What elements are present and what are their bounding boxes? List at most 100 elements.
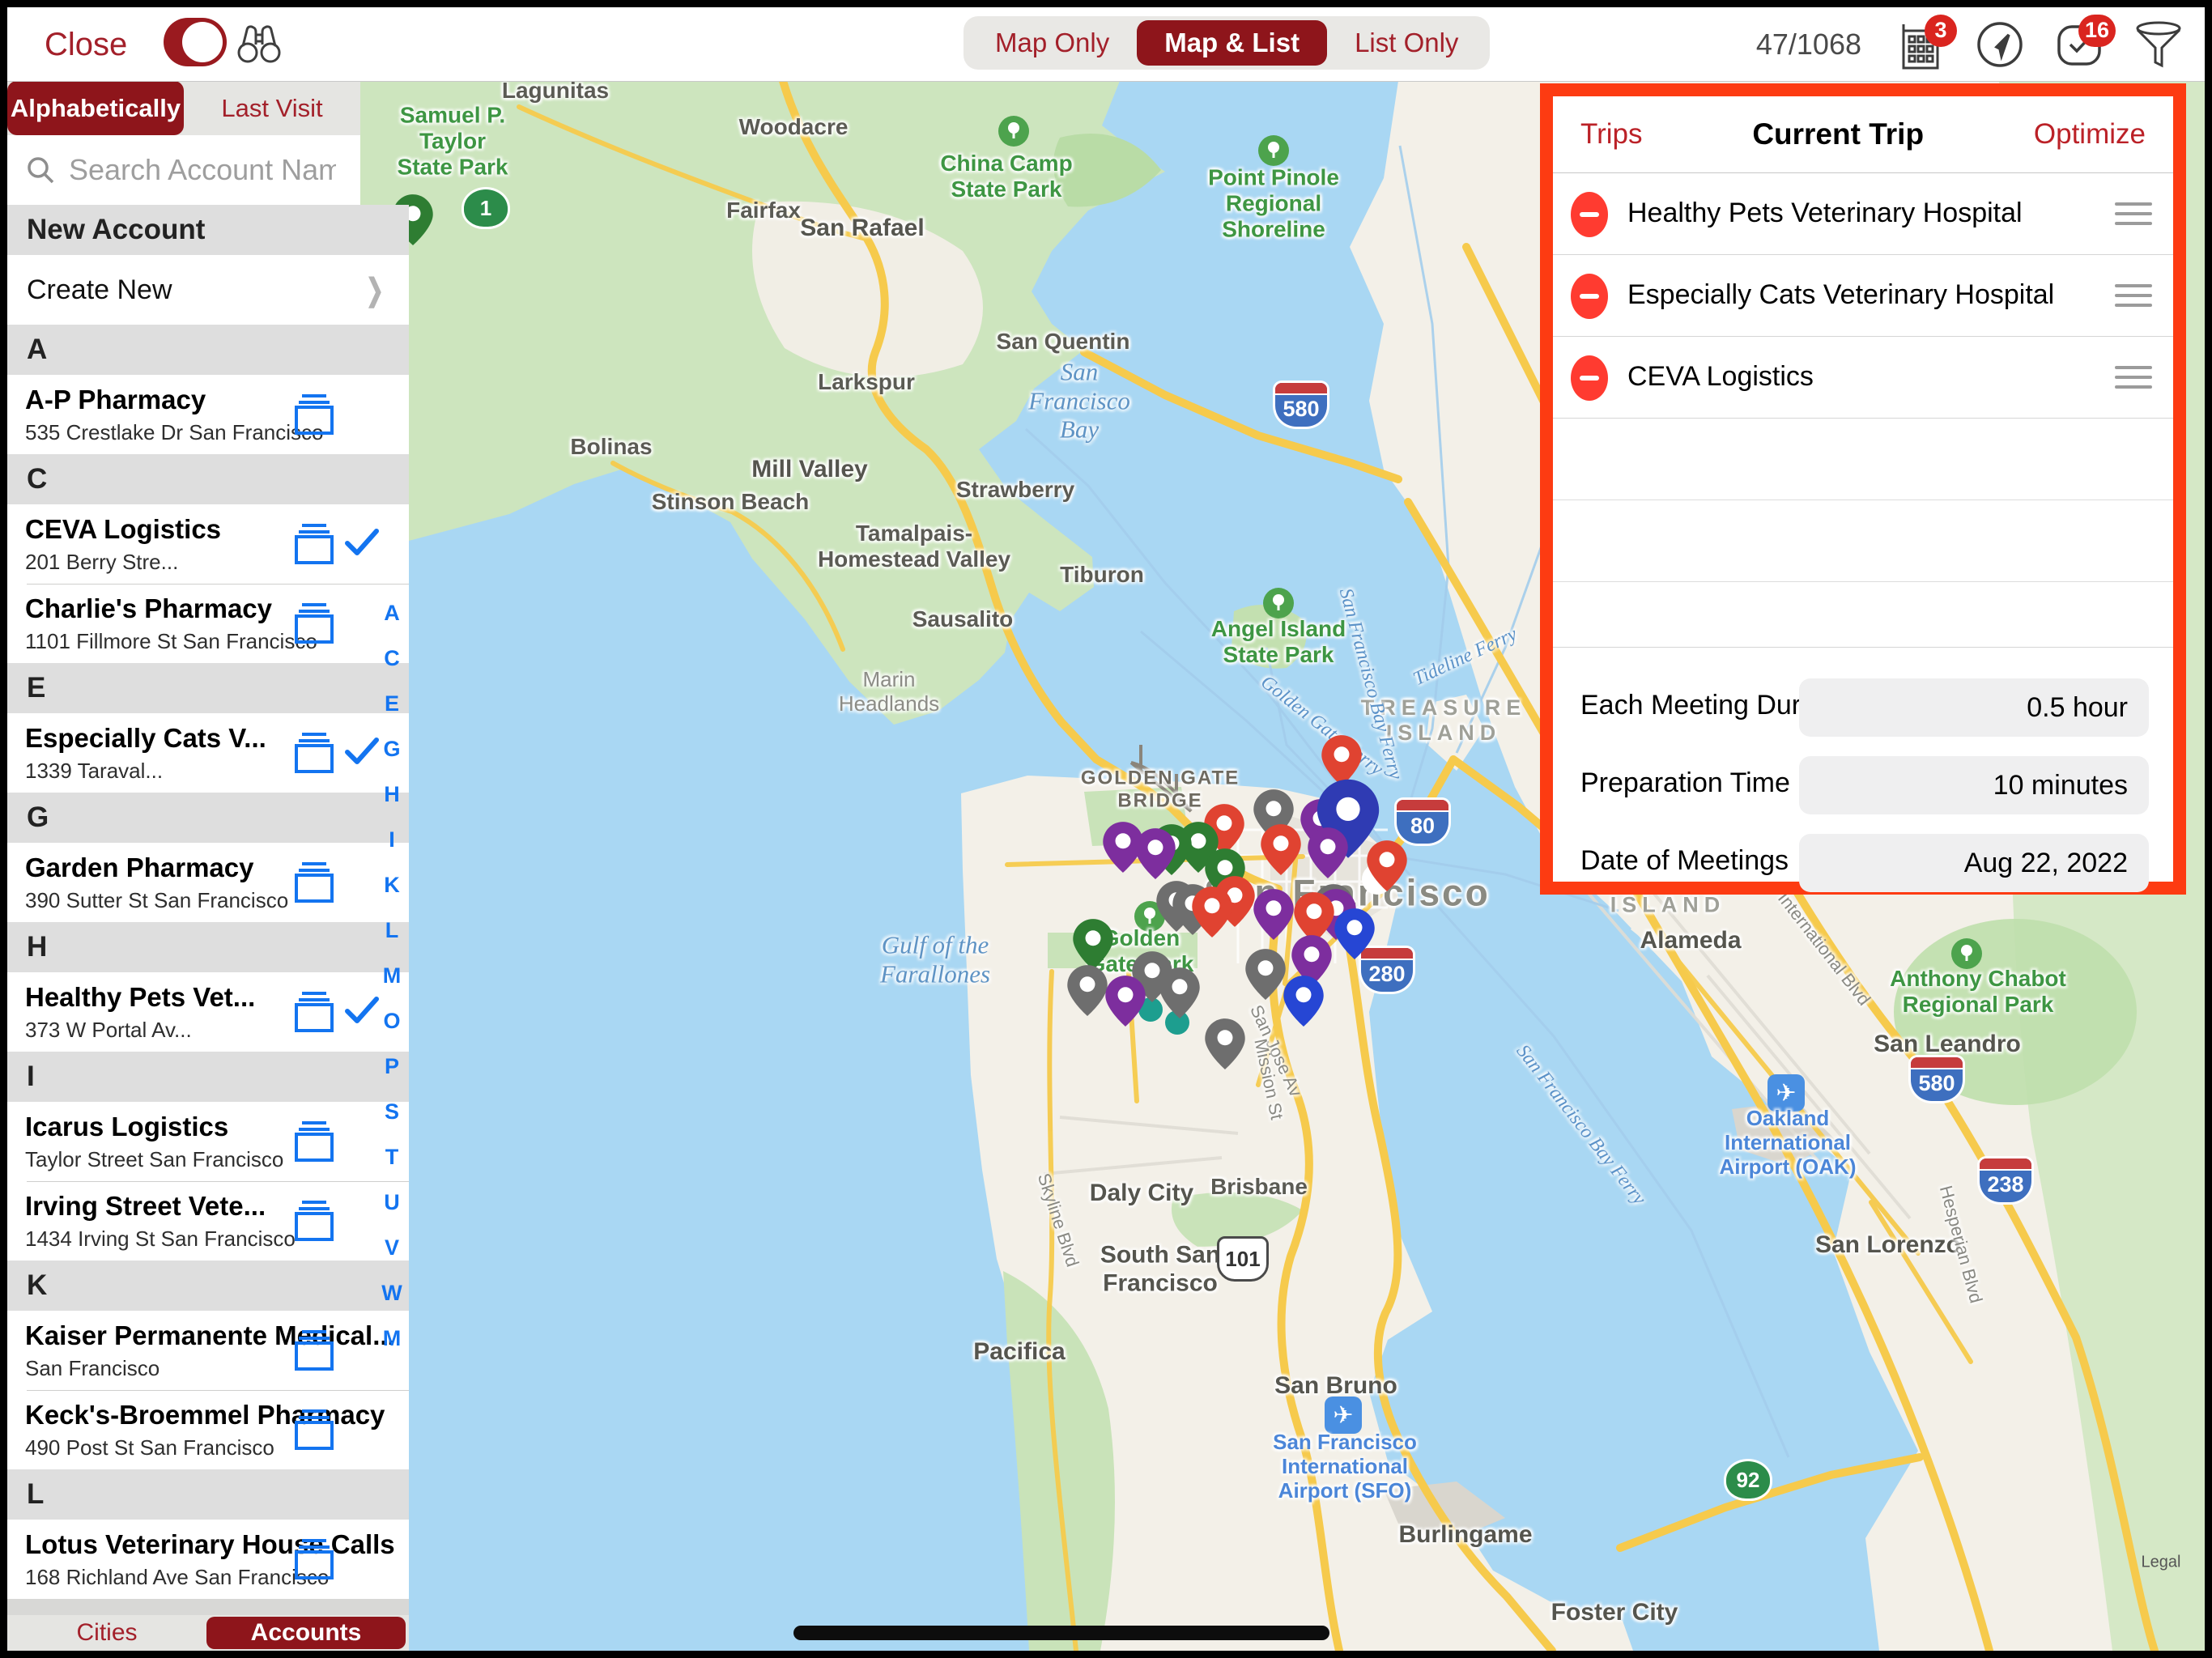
locate-me-button[interactable] xyxy=(1975,18,2025,71)
create-new-row[interactable]: Create New❯ xyxy=(7,255,409,325)
accounts-building-button[interactable]: 3 xyxy=(1895,18,1946,71)
home-indicator[interactable] xyxy=(793,1626,1329,1640)
account-stack-icon[interactable] xyxy=(292,861,336,903)
account-address: Taylor Street San Francisco xyxy=(25,1147,283,1172)
map-label: Oakland International Airport (OAK) xyxy=(1720,1107,1857,1180)
map-pin-red[interactable] xyxy=(1189,884,1235,939)
account-stack-icon[interactable] xyxy=(292,990,336,1032)
index-letter-S[interactable]: S xyxy=(376,1089,408,1134)
index-letter-K[interactable]: K xyxy=(376,862,408,908)
map-pin-red[interactable] xyxy=(1364,838,1410,893)
account-stack-icon[interactable] xyxy=(292,1199,336,1241)
bottom-tab-cities[interactable]: Cities xyxy=(7,1617,206,1649)
tab-last-visit[interactable]: Last Visit xyxy=(184,81,360,135)
account-stack-icon[interactable] xyxy=(292,1408,336,1450)
index-letter-T[interactable]: T xyxy=(376,1134,408,1180)
highway-shield-1: 1 xyxy=(464,189,508,227)
drag-handle-icon[interactable] xyxy=(2115,366,2152,395)
account-row[interactable]: Icarus LogisticsTaylor Street San Franci… xyxy=(7,1102,409,1181)
filter-funnel-button[interactable] xyxy=(2133,18,2184,71)
index-letter-G[interactable]: G xyxy=(376,726,408,772)
list-mode-tabs: CitiesAccounts xyxy=(7,1615,409,1651)
highway-shield-580: 580 xyxy=(1911,1057,1963,1101)
index-letter-P[interactable]: P xyxy=(376,1044,408,1089)
trips-button[interactable]: Trips xyxy=(1580,118,1642,151)
account-row[interactable]: Charlie's Pharmacy1101 Fillmore St San F… xyxy=(7,584,409,663)
account-stack-icon[interactable] xyxy=(292,1120,336,1162)
account-row[interactable]: CEVA Logistics201 Berry Stre... xyxy=(7,504,409,584)
account-row[interactable]: Kaiser Permanente Medical...San Francisc… xyxy=(7,1311,409,1390)
account-row[interactable]: Keck's-Broemmel Pharmacy490 Post St San … xyxy=(7,1390,409,1469)
map-label: Stinson Beach xyxy=(652,489,809,515)
map-label: Anthony Chabot Regional Park xyxy=(1890,966,2066,1018)
drag-handle-icon[interactable] xyxy=(2115,284,2152,313)
alphabet-index[interactable]: ACEGHIKLMOPSTUVWM xyxy=(376,590,408,1361)
map-label: Burlingame xyxy=(1398,1521,1532,1550)
trip-stop-row[interactable]: Healthy Pets Veterinary Hospital xyxy=(1553,173,2173,255)
account-stack-icon[interactable] xyxy=(292,393,336,435)
setting-value[interactable]: Aug 22, 2022 xyxy=(1799,834,2149,892)
index-letter-O[interactable]: O xyxy=(376,998,408,1044)
segment-list-only[interactable]: List Only xyxy=(1327,20,1486,66)
map-label: South San Francisco xyxy=(1100,1242,1220,1298)
map-pin-purple[interactable] xyxy=(1103,973,1148,1028)
map-label: Samuel P. Taylor State Park xyxy=(398,103,508,181)
account-stack-icon[interactable] xyxy=(292,602,336,644)
account-stack-icon[interactable] xyxy=(292,1537,336,1579)
remove-stop-icon[interactable] xyxy=(1571,355,1608,401)
index-letter-H[interactable]: H xyxy=(376,772,408,817)
index-letter-W[interactable]: W xyxy=(376,1270,408,1316)
index-letter-M[interactable]: M xyxy=(376,953,408,998)
map-label: Woodacre xyxy=(739,114,849,140)
map-pin-blue[interactable] xyxy=(1281,973,1326,1028)
map-label: San Rafael xyxy=(800,215,924,243)
index-letter-I[interactable]: I xyxy=(376,817,408,862)
remove-stop-icon[interactable] xyxy=(1571,192,1608,237)
optimize-button[interactable]: Optimize xyxy=(2034,118,2146,151)
remove-stop-icon[interactable] xyxy=(1571,274,1608,319)
airport-plane-icon: ✈ xyxy=(1325,1397,1362,1434)
account-row[interactable]: Irving Street Vete...1434 Irving St San … xyxy=(7,1181,409,1261)
account-stack-icon[interactable] xyxy=(292,1329,336,1371)
setting-value[interactable]: 10 minutes xyxy=(1799,756,2149,814)
map-pin-red[interactable] xyxy=(1258,822,1304,877)
index-letter-U[interactable]: U xyxy=(376,1180,408,1225)
account-stack-icon[interactable] xyxy=(292,731,336,773)
segment-map-only[interactable]: Map Only xyxy=(968,20,1137,66)
index-letter-L[interactable]: L xyxy=(376,908,408,953)
toggle-knob xyxy=(182,22,223,62)
account-stack-icon[interactable] xyxy=(292,522,336,564)
tab-alphabetically[interactable]: Alphabetically xyxy=(7,81,184,135)
account-row[interactable]: Garden Pharmacy390 Sutter St San Francis… xyxy=(7,843,409,922)
map-pin-purple[interactable] xyxy=(1305,825,1351,880)
index-letter-M[interactable]: M xyxy=(376,1316,408,1361)
index-letter-V[interactable]: V xyxy=(376,1225,408,1270)
account-address: San Francisco xyxy=(25,1356,160,1381)
map-pin-purple[interactable] xyxy=(1133,826,1178,881)
binoculars-icon[interactable] xyxy=(236,20,282,67)
segment-map-list[interactable]: Map & List xyxy=(1137,20,1327,66)
selected-check-icon xyxy=(344,736,380,767)
map-pin-gray[interactable] xyxy=(1202,1016,1248,1071)
trip-stop-row[interactable]: CEVA Logistics xyxy=(1553,337,2173,419)
index-letter-E[interactable]: E xyxy=(376,681,408,726)
close-button[interactable]: Close xyxy=(45,27,127,63)
account-row[interactable]: Lotus Veterinary House Calls168 Richland… xyxy=(7,1520,409,1599)
stop-name: Healthy Pets Veterinary Hospital xyxy=(1627,198,2023,229)
map-label: Point Pinole Regional Shoreline xyxy=(1208,165,1339,244)
drag-handle-icon[interactable] xyxy=(2115,202,2152,232)
setting-value[interactable]: 0.5 hour xyxy=(1799,678,2149,737)
account-name: Garden Pharmacy xyxy=(25,852,253,883)
account-row[interactable]: Especially Cats V...1339 Taraval... xyxy=(7,713,409,793)
trip-stop-row[interactable]: Especially Cats Veterinary Hospital xyxy=(1553,255,2173,337)
map-pin-blue[interactable] xyxy=(1332,906,1377,961)
colorize-toggle[interactable] xyxy=(164,18,227,66)
search-input[interactable] xyxy=(67,152,338,188)
map-pin-gray[interactable] xyxy=(1157,965,1202,1020)
bottom-tab-accounts[interactable]: Accounts xyxy=(206,1617,406,1649)
index-letter-A[interactable]: A xyxy=(376,590,408,636)
index-letter-C[interactable]: C xyxy=(376,636,408,681)
account-row[interactable]: A-P Pharmacy535 Crestlake Dr San Francis… xyxy=(7,375,409,454)
account-row[interactable]: Healthy Pets Vet...373 W Portal Av... xyxy=(7,972,409,1052)
checkin-button[interactable]: 16 xyxy=(2054,18,2104,71)
